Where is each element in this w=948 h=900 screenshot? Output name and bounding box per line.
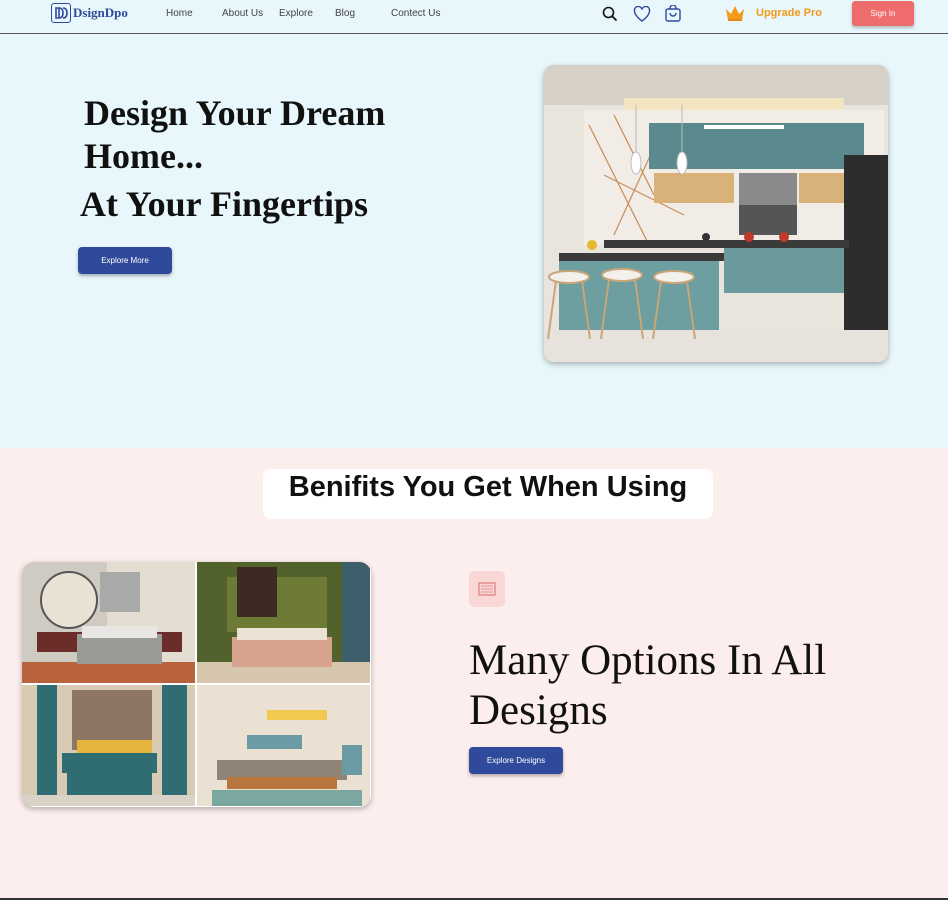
nav-link-blog[interactable]: Blog — [335, 8, 355, 19]
bedroom-image-3 — [22, 685, 195, 806]
hero-kitchen-image — [544, 65, 888, 362]
logo-mark-icon — [51, 3, 71, 23]
bedroom-image-1 — [22, 562, 195, 683]
hero-section: Design Your Dream Home... At Your Finger… — [0, 34, 948, 448]
hero-title-line2: Home... — [84, 136, 203, 176]
upgrade-label: Upgrade Pro — [756, 7, 823, 19]
heart-icon[interactable] — [632, 4, 652, 24]
brand-logo[interactable]: DsignDpo — [51, 3, 128, 23]
brand-name: DsignDpo — [73, 5, 128, 20]
nav-link-about[interactable]: About Us — [222, 8, 263, 19]
feature-title: Many Options In All Designs — [469, 637, 827, 734]
nav-link-home[interactable]: Home — [166, 8, 193, 19]
sign-in-button[interactable]: Sign In — [852, 1, 914, 26]
bedroom-image-2 — [197, 562, 370, 683]
hero-title-line3: At Your Fingertips — [80, 184, 368, 224]
nav-link-explore[interactable]: Explore — [279, 8, 313, 19]
top-nav: DsignDpo Home About Us Explore Blog Cont… — [0, 0, 948, 34]
search-icon[interactable] — [600, 4, 620, 24]
nav-link-contact[interactable]: Contect Us — [391, 8, 440, 19]
upgrade-pro-link[interactable]: Upgrade Pro — [724, 4, 822, 22]
bedroom-image-4 — [197, 685, 370, 806]
bedroom-image-grid — [22, 562, 371, 807]
cart-icon[interactable] — [663, 4, 683, 24]
benefits-heading: Benifits You Get When Using — [263, 469, 713, 519]
design-options-icon — [469, 571, 505, 607]
hero-title-line1: Design Your Dream — [84, 93, 386, 133]
explore-designs-button[interactable]: Explore Designs — [469, 747, 563, 774]
explore-more-button[interactable]: Explore More — [78, 247, 172, 274]
crown-icon — [726, 6, 744, 21]
